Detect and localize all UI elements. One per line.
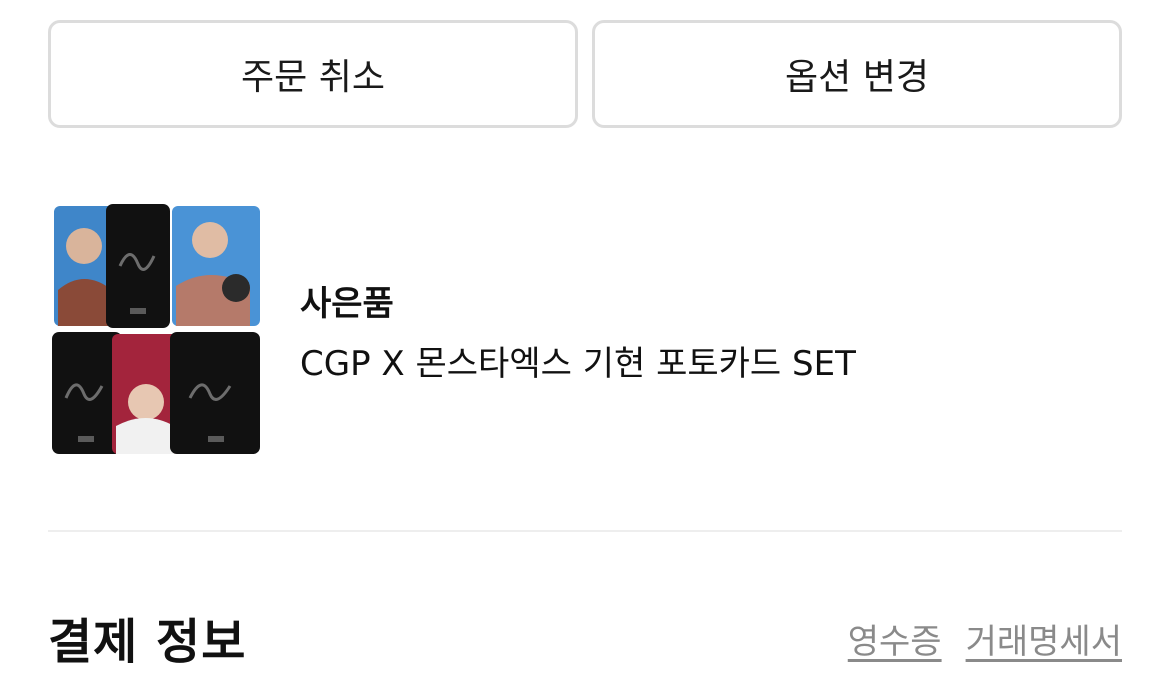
payment-info-title: 결제 정보 [48, 614, 247, 670]
receipt-link[interactable]: 영수증 [848, 614, 942, 663]
gift-label: 사은품 [300, 284, 394, 324]
transaction-statement-link[interactable]: 거래명세서 [966, 614, 1122, 663]
photocard-bottom-row [52, 332, 260, 454]
change-option-button[interactable]: 옵션 변경 [592, 20, 1122, 128]
section-divider [48, 530, 1122, 532]
gift-product-name: CGP X 몬스타엑스 기현 포토카드 SET [300, 344, 856, 384]
payment-document-links: 영수증 거래명세서 [848, 614, 1122, 663]
gift-item: 사은품 CGP X 몬스타엑스 기현 포토카드 SET [48, 204, 1122, 456]
order-action-bar: 주문 취소 옵션 변경 [48, 20, 1122, 128]
gift-product-thumbnail [52, 204, 260, 454]
cancel-order-button[interactable]: 주문 취소 [48, 20, 578, 128]
photocard-top-row [54, 204, 260, 328]
